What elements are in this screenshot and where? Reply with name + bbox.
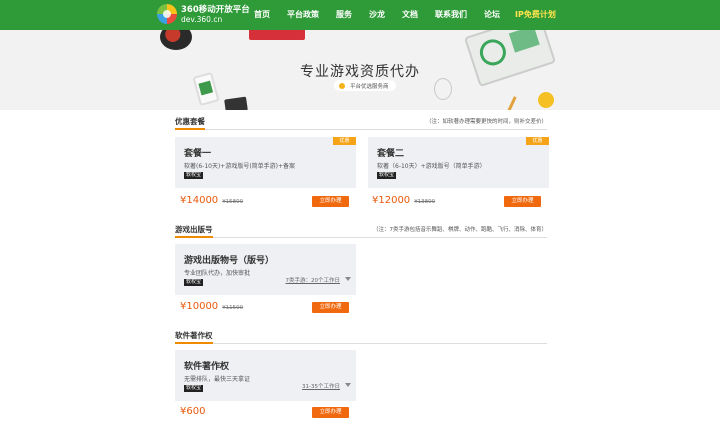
package-desc: 专业团队代办，加快审批 — [184, 270, 251, 277]
platform-badge: 平台优选服务商 — [334, 80, 396, 91]
provider-logo: 软权宝 — [377, 172, 397, 179]
section-header-publishing: 游戏出版号 （注：7类手游包括音乐舞蹈、棋牌、动作、跑酷、飞行、消除、体育） — [175, 222, 547, 238]
coffee-cup-illustration — [538, 92, 554, 108]
badge-label: 平台优选服务商 — [350, 83, 389, 90]
hero-banner: 专业游戏资质代办 平台优选服务商 — [0, 30, 720, 110]
pen-cup-illustration — [160, 30, 192, 50]
original-price: ¥15800 — [222, 199, 244, 205]
discount-ribbon: 优惠 — [526, 137, 549, 145]
package-name: 游戏出版物号（版号） — [184, 256, 275, 266]
section-header-bundles: 优惠套餐 （注：如软著办理需要更快的时间，则补交差价） — [175, 114, 547, 130]
provider-logo-text: 软权宝 — [186, 279, 202, 285]
logo-subtitle: dev.360.cn — [181, 15, 223, 24]
nav-item-forum[interactable]: 论坛 — [484, 0, 500, 30]
current-price: ¥14000 — [180, 195, 219, 206]
processing-time-select[interactable]: 31-35个工作日 — [302, 382, 340, 390]
main-content: 优惠套餐 （注：如软著办理需要更快的时间，则补交差价） 优惠 套餐一 软著(6-… — [165, 112, 557, 432]
section-note: （注：7类手游包括音乐舞蹈、棋牌、动作、跑酷、飞行、消除、体育） — [372, 227, 547, 233]
apply-now-button[interactable]: 立即办理 — [504, 196, 541, 207]
software-copyright-card[interactable]: 软件著作权 无需排队，最快三天拿证 软权宝 31-35个工作日 — [175, 350, 356, 401]
section-title: 游戏出版号 — [175, 222, 213, 238]
section-note: （注：如软著办理需要更快的时间，则补交差价） — [425, 119, 547, 125]
package-card-1[interactable]: 优惠 套餐一 软著(6-10天)+游戏版号(简单手游)+备案 软权宝 — [175, 137, 356, 188]
apply-now-button[interactable]: 立即办理 — [312, 302, 349, 313]
chevron-down-icon[interactable] — [345, 383, 351, 387]
apply-now-button[interactable]: 立即办理 — [312, 407, 349, 418]
apply-now-button[interactable]: 立即办理 — [312, 196, 349, 207]
main-nav: 首页 平台政策 服务 沙龙 文档 联系我们 论坛 — [254, 0, 517, 30]
package-price: ¥12000 ¥13800 — [372, 195, 435, 206]
page-title: 专业游戏资质代办 — [300, 64, 420, 80]
original-price: ¥11500 — [222, 305, 244, 311]
red-notebook-illustration — [249, 30, 305, 40]
package-price: ¥600 — [180, 406, 205, 417]
package-desc: 软著(6-10天)+游戏版号(简单手游)+备案 — [184, 163, 296, 170]
provider-logo-text: 软权宝 — [186, 385, 202, 391]
current-price: ¥12000 — [372, 195, 411, 206]
nav-item-service[interactable]: 服务 — [336, 0, 352, 30]
current-price: ¥600 — [180, 406, 206, 417]
logo-title[interactable]: 360移动开放平台 — [181, 3, 250, 15]
publishing-license-card[interactable]: 游戏出版物号（版号） 专业团队代办，加快审批 软权宝 7类手游：20个工作日 — [175, 244, 356, 295]
section-header-copyright: 软件著作权 — [175, 328, 547, 344]
package-name: 软件著作权 — [184, 362, 230, 372]
pencil-illustration — [506, 96, 517, 110]
original-price: ¥13800 — [414, 199, 436, 205]
package-card-2[interactable]: 优惠 套餐二 软著（6-10天）+游戏版号（简单手游） 软权宝 — [368, 137, 549, 188]
provider-logo-text: 软权宝 — [379, 172, 395, 178]
chevron-down-icon[interactable] — [345, 277, 351, 281]
current-price: ¥10000 — [180, 301, 219, 312]
package-price: ¥14000 ¥15800 — [180, 195, 243, 206]
package-name: 套餐一 — [184, 149, 212, 159]
badge-icon — [339, 82, 345, 89]
nav-item-docs[interactable]: 文档 — [402, 0, 418, 30]
nav-item-contact[interactable]: 联系我们 — [435, 0, 467, 30]
provider-logo: 软权宝 — [184, 172, 204, 179]
package-name: 套餐二 — [377, 149, 405, 159]
section-title: 优惠套餐 — [175, 114, 205, 130]
provider-logo-text: 软权宝 — [186, 172, 202, 178]
processing-time-select[interactable]: 7类手游：20个工作日 — [286, 276, 341, 284]
nav-item-home[interactable]: 首页 — [254, 0, 270, 30]
top-nav-bar: 360移动开放平台 dev.360.cn 首页 平台政策 服务 沙龙 文档 联系… — [0, 0, 720, 30]
package-desc: 软著（6-10天）+游戏版号（简单手游） — [377, 163, 486, 170]
provider-logo: 软权宝 — [184, 385, 204, 392]
nav-item-policy[interactable]: 平台政策 — [287, 0, 319, 30]
360-logo-icon[interactable] — [157, 4, 177, 24]
package-desc: 无需排队，最快三天拿证 — [184, 376, 251, 383]
discount-ribbon: 优惠 — [333, 137, 356, 145]
section-title: 软件著作权 — [175, 328, 213, 344]
package-price: ¥10000 ¥11500 — [180, 301, 243, 312]
earphones-illustration — [434, 78, 452, 100]
nav-item-ip-free-plan[interactable]: IP免费计划 — [515, 0, 556, 30]
nav-item-salon[interactable]: 沙龙 — [369, 0, 385, 30]
provider-logo: 软权宝 — [184, 279, 204, 286]
black-wallet-illustration — [224, 96, 248, 110]
